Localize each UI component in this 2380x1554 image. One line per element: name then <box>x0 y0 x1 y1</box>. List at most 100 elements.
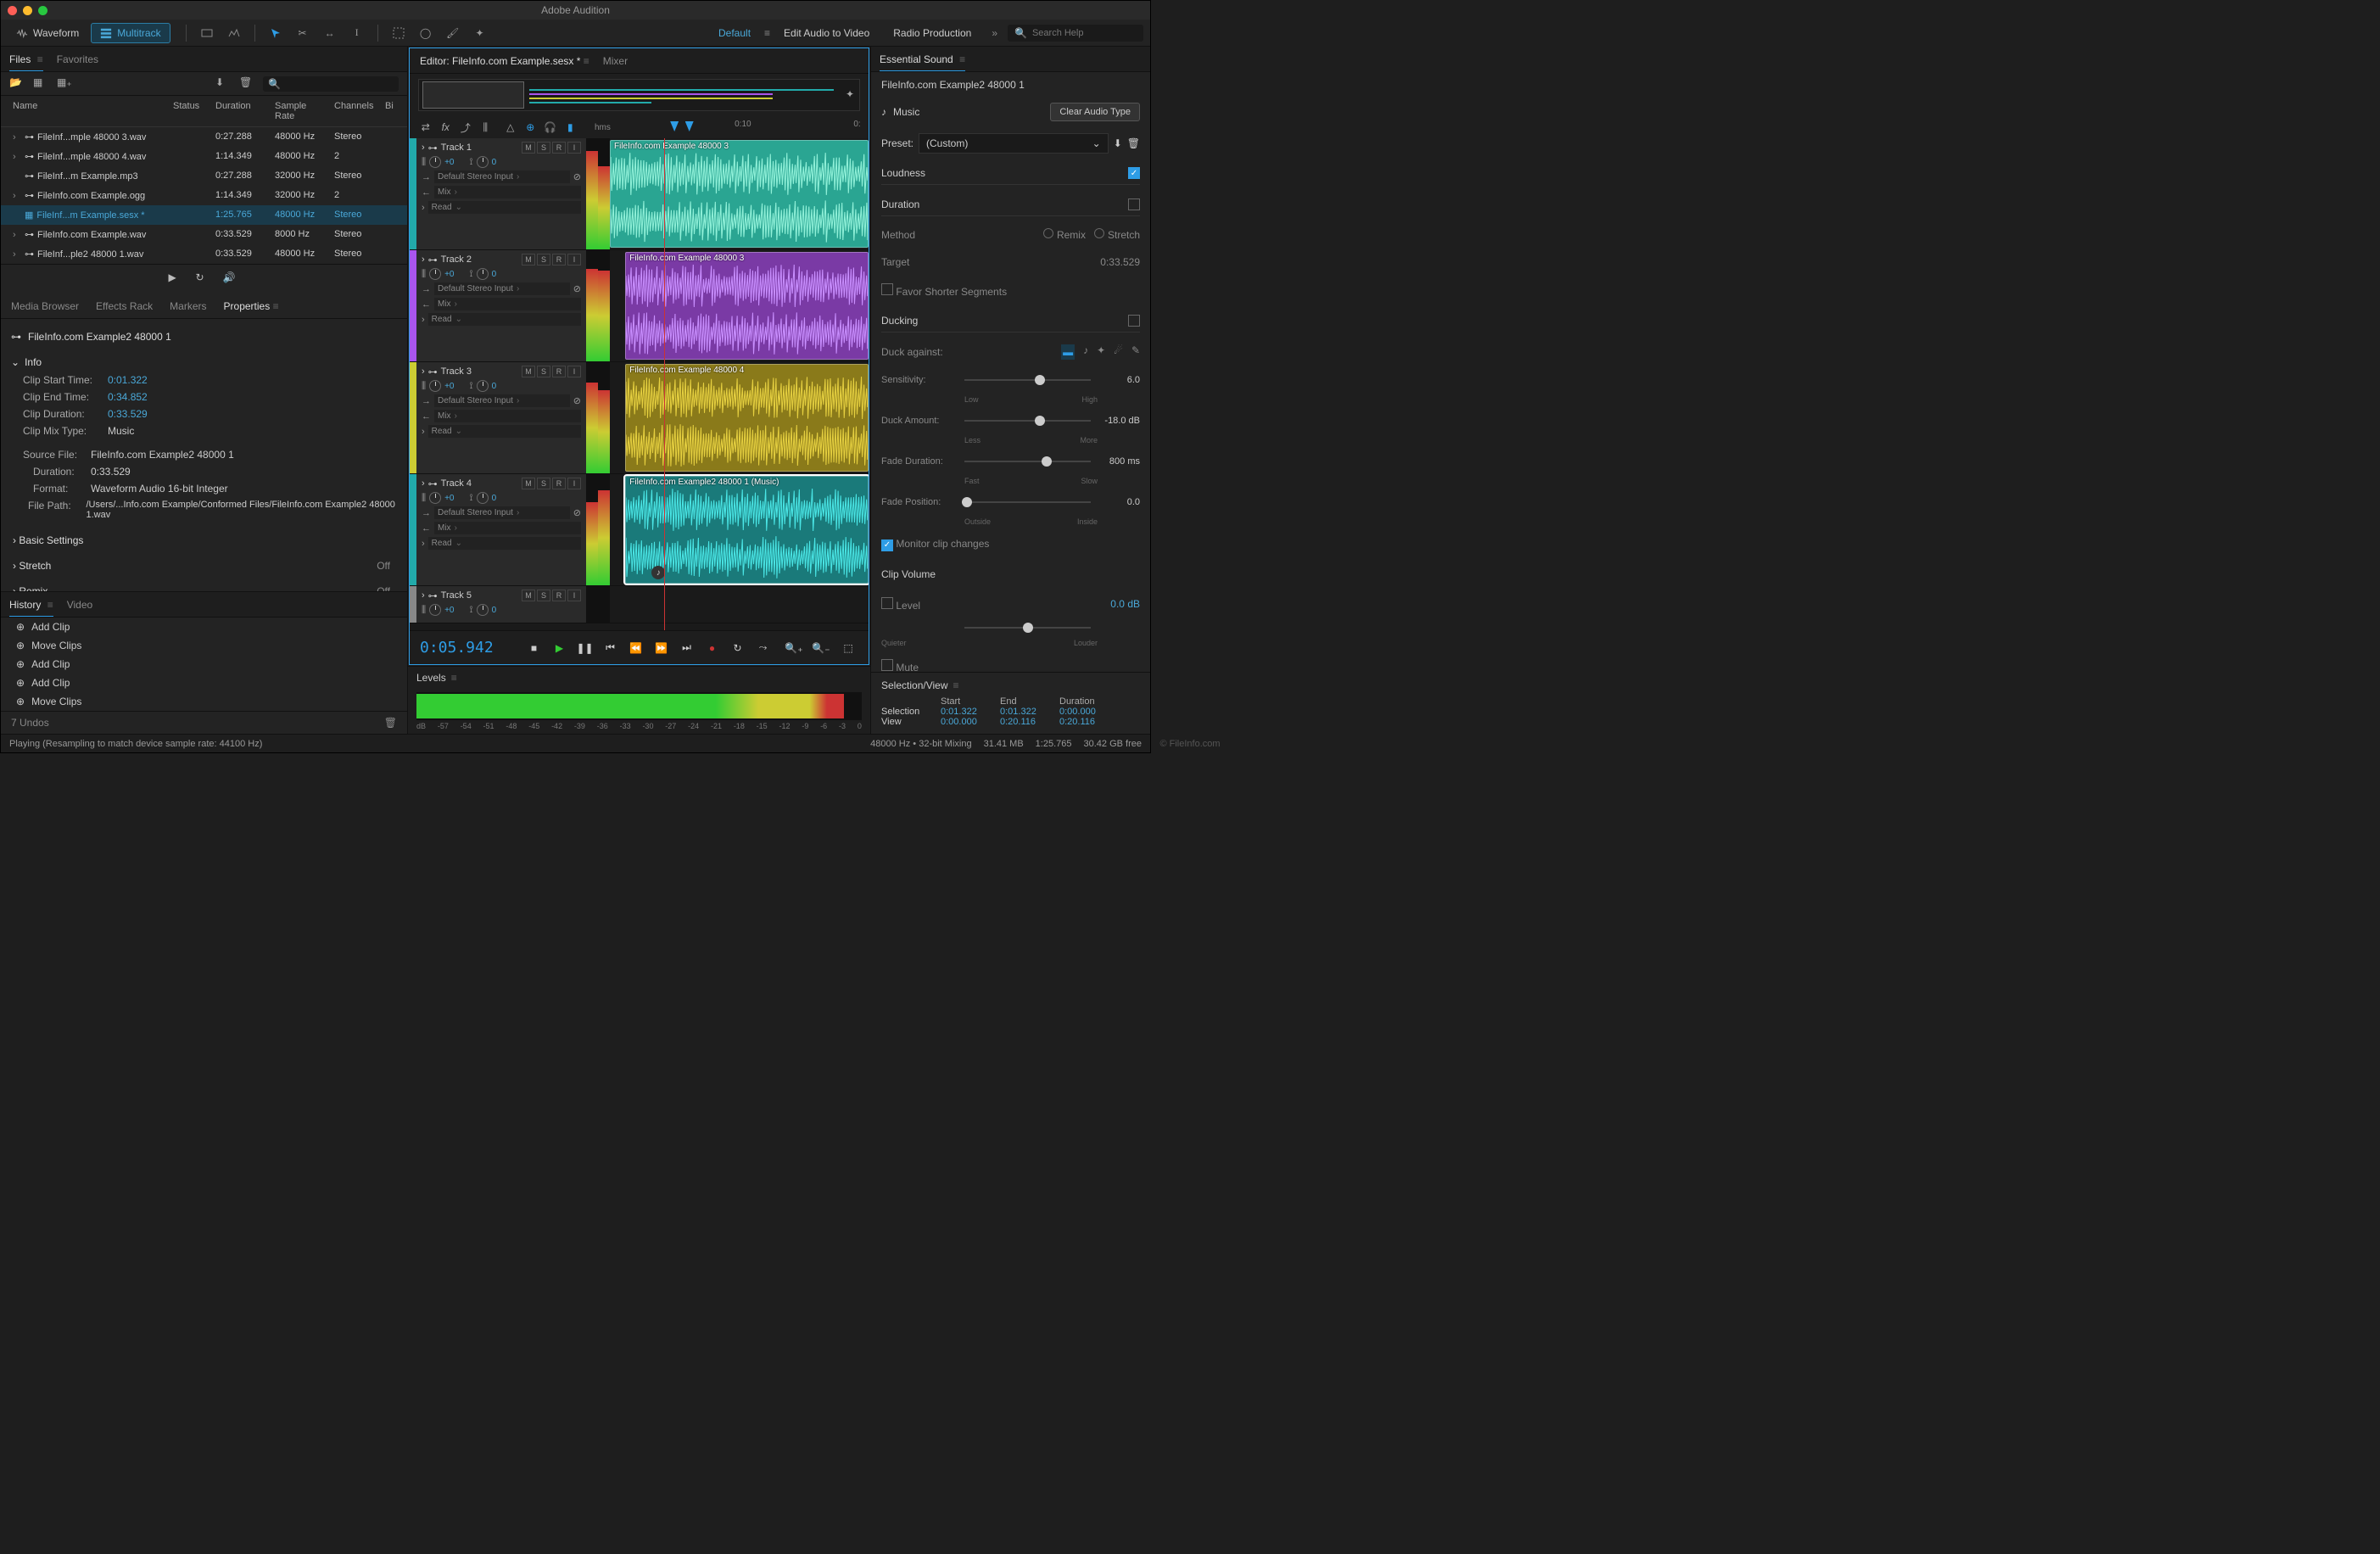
arm-button[interactable]: R <box>552 254 566 266</box>
track-name[interactable]: Track 4 <box>441 478 518 489</box>
audio-clip[interactable]: FileInfo.com Example 48000 3 <box>625 252 869 360</box>
monitor-button[interactable]: I <box>567 366 581 377</box>
arm-button[interactable]: R <box>552 478 566 489</box>
duck-music-icon[interactable]: ♪ <box>1083 344 1088 360</box>
view-start[interactable]: 0:00.000 <box>941 717 1000 727</box>
basic-settings[interactable]: › Basic Settings <box>1 528 407 553</box>
file-row[interactable]: ›⊶FileInf...mple 48000 3.wav0:27.2884800… <box>1 127 407 147</box>
lasso-tool[interactable]: ◯ <box>414 23 438 43</box>
monitor-button[interactable]: I <box>567 142 581 154</box>
volume-knob[interactable] <box>429 380 441 392</box>
overview-settings-icon[interactable]: ✦ <box>846 88 854 100</box>
pause-button[interactable]: ❚❚ <box>575 638 595 658</box>
duration-section[interactable]: Duration <box>881 193 1140 216</box>
loop-icon[interactable]: ⇄ <box>418 119 433 136</box>
files-search[interactable]: 🔍 <box>263 76 399 92</box>
track-color[interactable] <box>410 250 416 361</box>
forward-button[interactable]: ⏩ <box>651 638 672 658</box>
fx-icon[interactable]: fx <box>439 119 454 136</box>
overview[interactable]: ✦ <box>418 79 860 111</box>
monitor-clip-checkbox[interactable] <box>881 539 893 551</box>
snap-icon[interactable]: ⊕ <box>523 119 539 136</box>
tab-history[interactable]: History ≡ <box>9 599 53 617</box>
clip-area[interactable]: FileInfo.com Example 48000 3 <box>610 138 869 249</box>
tab-favorites[interactable]: Favorites <box>57 53 98 65</box>
rewind-button[interactable]: ⏪ <box>626 638 646 658</box>
trash-icon[interactable]: 🗑 <box>384 717 397 729</box>
arm-button[interactable]: R <box>552 142 566 154</box>
solo-button[interactable]: S <box>537 366 550 377</box>
multitrack-mode[interactable]: Multitrack <box>91 23 170 43</box>
open-file-icon[interactable]: 📂 <box>9 76 25 92</box>
record-button[interactable]: ● <box>702 638 723 658</box>
delete-preset-icon[interactable]: 🗑 <box>1127 137 1140 149</box>
playhead[interactable] <box>664 138 665 630</box>
output-select[interactable]: Mix› <box>434 410 581 422</box>
automation-select[interactable]: Read⌄ <box>428 201 581 214</box>
pan-knob[interactable] <box>477 380 489 392</box>
search-help[interactable]: 🔍 <box>1008 25 1143 42</box>
brush-tool[interactable]: 🖌 <box>441 23 465 43</box>
clip-area[interactable]: FileInfo.com Example 48000 3 <box>610 250 869 361</box>
mute-button[interactable]: M <box>522 142 535 154</box>
editor-tab[interactable]: Editor: FileInfo.com Example.sesx * ≡ <box>420 55 589 67</box>
clip-start-time[interactable]: 0:01.322 <box>108 374 148 386</box>
arm-button[interactable]: R <box>552 590 566 601</box>
track-color[interactable] <box>410 362 416 473</box>
save-preset-icon[interactable]: ⬇ <box>1114 137 1122 149</box>
history-menu-icon[interactable]: ≡ <box>47 599 53 611</box>
play-button[interactable]: ▶ <box>550 638 570 658</box>
monitor-button[interactable]: I <box>567 254 581 266</box>
fade-duration-slider[interactable] <box>964 461 1091 462</box>
ess-menu-icon[interactable]: ≡ <box>959 53 965 65</box>
loudness-checkbox[interactable] <box>1128 167 1140 179</box>
arm-button[interactable]: R <box>552 366 566 377</box>
phase-icon[interactable]: ⊘ <box>573 507 581 518</box>
zoom-in-icon[interactable]: 🔍₊ <box>784 638 804 658</box>
history-item[interactable]: ⊕Add Clip <box>1 655 407 674</box>
headphone-icon[interactable]: 🎧 <box>543 119 558 136</box>
monitor-button[interactable]: I <box>567 478 581 489</box>
trash-icon[interactable]: 🗑 <box>239 76 254 92</box>
automation-select[interactable]: Read⌄ <box>428 425 581 438</box>
file-row[interactable]: ⊶FileInf...m Example.mp30:27.28832000 Hz… <box>1 166 407 186</box>
input-select[interactable]: Default Stereo Input› <box>434 394 570 407</box>
sel-duration[interactable]: 0:00.000 <box>1059 707 1119 717</box>
volume-knob[interactable] <box>429 156 441 168</box>
duck-sfx-icon[interactable]: ✦ <box>1097 344 1105 360</box>
history-item[interactable]: ⊕Add Clip <box>1 674 407 692</box>
tab-files[interactable]: Files ≡ <box>9 53 43 71</box>
favor-shorter-checkbox[interactable] <box>881 283 893 295</box>
preset-select[interactable]: (Custom)⌄ <box>919 133 1109 154</box>
tab-media-browser[interactable]: Media Browser <box>11 300 79 312</box>
loudness-section[interactable]: Loudness <box>881 162 1140 185</box>
automation-expand-icon[interactable]: › <box>422 539 425 549</box>
phase-icon[interactable]: ⊘ <box>573 283 581 294</box>
marquee-tool[interactable] <box>387 23 411 43</box>
duck-dialogue-icon[interactable]: ▬ <box>1061 344 1075 360</box>
fade-position-slider[interactable] <box>964 501 1091 503</box>
pan-knob[interactable] <box>477 492 489 504</box>
mini-autoplay-icon[interactable]: 🔊 <box>223 271 240 287</box>
solo-button[interactable]: S <box>537 590 550 601</box>
file-row[interactable]: ›⊶FileInf...mple 48000 4.wav1:14.3494800… <box>1 147 407 166</box>
remix-toggle[interactable]: › RemixOff <box>1 579 407 591</box>
clip-duration[interactable]: 0:33.529 <box>108 408 148 420</box>
tab-effects-rack[interactable]: Effects Rack <box>96 300 153 312</box>
import-icon[interactable]: ⬇ <box>215 76 231 92</box>
track-name[interactable]: Track 1 <box>441 143 518 153</box>
track-expand-icon[interactable]: › <box>422 590 425 601</box>
spectral-icon[interactable] <box>222 23 246 43</box>
phase-icon[interactable]: ⊘ <box>573 395 581 406</box>
pan-knob[interactable] <box>477 604 489 616</box>
clip-area[interactable]: FileInfo.com Example2 48000 1 (Music) ♪ <box>610 474 869 585</box>
volume-knob[interactable] <box>429 268 441 280</box>
in-marker[interactable] <box>670 121 679 131</box>
output-select[interactable]: Mix› <box>434 298 581 310</box>
duration-checkbox[interactable] <box>1128 198 1140 210</box>
track-color[interactable] <box>410 474 416 585</box>
mute-button[interactable]: M <box>522 590 535 601</box>
timeline-ruler[interactable]: 0:10 0: <box>616 120 863 135</box>
workspace-overflow-icon[interactable]: » <box>985 27 1004 39</box>
track-expand-icon[interactable]: › <box>422 254 425 265</box>
